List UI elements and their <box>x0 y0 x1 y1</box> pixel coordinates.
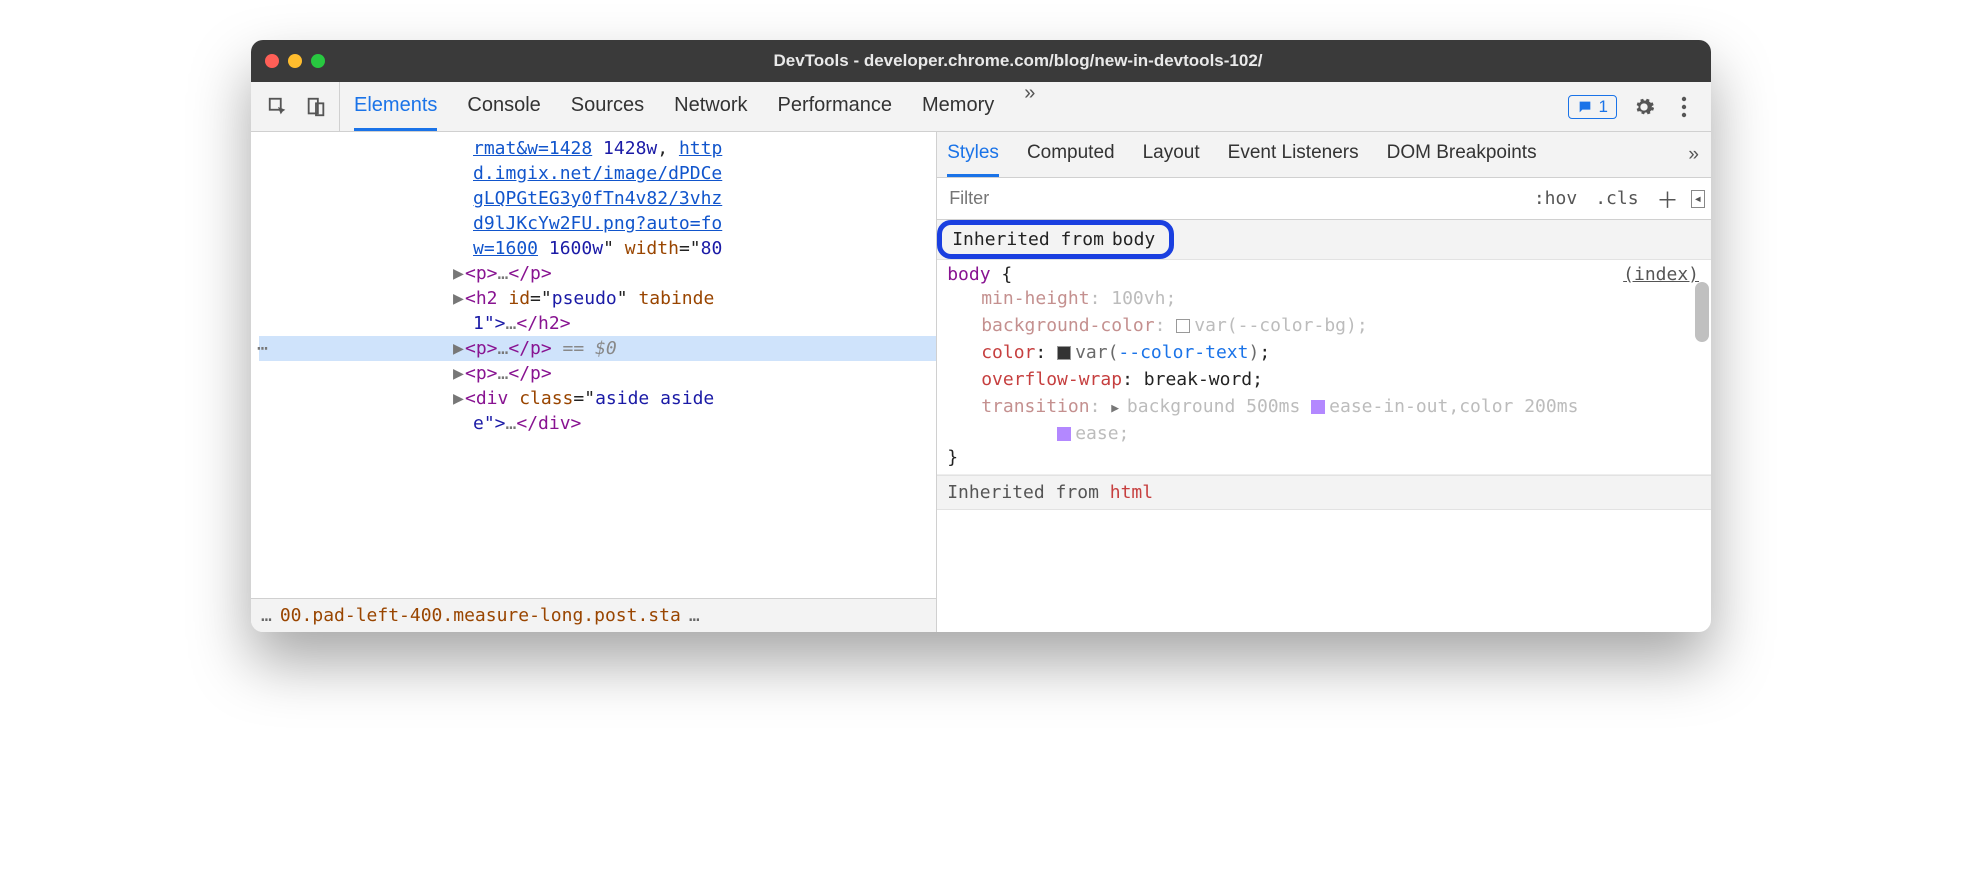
subtab-layout[interactable]: Layout <box>1143 132 1200 177</box>
bezier-swatch-icon[interactable] <box>1311 400 1325 414</box>
dom-tree[interactable]: rmat&w=1428 1428w, http d.imgix.net/imag… <box>251 132 936 598</box>
window-controls <box>265 54 325 68</box>
more-subtabs-icon[interactable]: » <box>1688 144 1711 166</box>
styles-rules-list[interactable]: Inherited from body (index) body { min-h… <box>937 220 1711 632</box>
inherited-from-section: Inherited from html <box>937 475 1711 510</box>
titlebar: DevTools - developer.chrome.com/blog/new… <box>251 40 1711 82</box>
content-area: rmat&w=1428 1428w, http d.imgix.net/imag… <box>251 132 1711 632</box>
color-swatch-icon[interactable] <box>1176 319 1190 333</box>
zoom-window-button[interactable] <box>311 54 325 68</box>
subtab-computed[interactable]: Computed <box>1027 132 1115 177</box>
close-window-button[interactable] <box>265 54 279 68</box>
devtools-window: DevTools - developer.chrome.com/blog/new… <box>251 40 1711 632</box>
issues-count: 1 <box>1599 97 1608 117</box>
breadcrumb-overflow-right[interactable]: … <box>689 605 700 626</box>
subtab-dom-breakpoints[interactable]: DOM Breakpoints <box>1387 132 1537 177</box>
css-rule[interactable]: (index) body { min-height: 100vh; backgr… <box>937 260 1711 475</box>
issues-badge[interactable]: 1 <box>1568 95 1617 119</box>
breadcrumb-overflow-left[interactable]: … <box>261 605 272 626</box>
bezier-swatch-icon[interactable] <box>1057 427 1071 441</box>
main-toolbar: Elements Console Sources Network Perform… <box>251 82 1711 132</box>
tab-sources[interactable]: Sources <box>571 82 644 131</box>
tab-memory[interactable]: Memory <box>922 82 994 131</box>
expand-icon[interactable]: ▶ <box>453 288 463 309</box>
styles-pane: Styles Computed Layout Event Listeners D… <box>937 132 1711 632</box>
computed-styles-toggle-icon[interactable]: ◂ <box>1691 190 1705 208</box>
styles-filter-input[interactable] <box>943 184 1522 213</box>
expand-icon[interactable]: ▶ <box>453 338 463 359</box>
subtab-styles[interactable]: Styles <box>947 132 999 177</box>
selected-dom-node[interactable]: ▶<p>…</p> == $0 <box>259 336 936 361</box>
expand-icon[interactable]: ▶ <box>453 363 463 384</box>
rule-source-link[interactable]: (index) <box>1623 264 1699 285</box>
breadcrumb[interactable]: … 00.pad-left-400.measure-long.post.sta … <box>251 598 936 632</box>
color-swatch-icon[interactable] <box>1057 346 1071 360</box>
inherited-from-element[interactable]: body <box>1112 229 1155 250</box>
minimize-window-button[interactable] <box>288 54 302 68</box>
expand-icon[interactable]: ▶ <box>453 263 463 284</box>
elements-panel: rmat&w=1428 1428w, http d.imgix.net/imag… <box>251 132 937 632</box>
panel-tabs: Elements Console Sources Network Perform… <box>340 82 1554 131</box>
settings-icon[interactable] <box>1631 94 1657 120</box>
inherited-from-element[interactable]: html <box>1110 482 1153 503</box>
tab-console[interactable]: Console <box>467 82 540 131</box>
inspect-element-icon[interactable] <box>265 94 291 120</box>
device-toolbar-icon[interactable] <box>303 94 329 120</box>
rule-selector[interactable]: body <box>947 264 990 285</box>
tab-network[interactable]: Network <box>674 82 747 131</box>
inherited-from-label: Inherited from <box>952 229 1104 250</box>
window-title: DevTools - developer.chrome.com/blog/new… <box>339 51 1697 71</box>
tab-elements[interactable]: Elements <box>354 82 437 131</box>
sidebar-tabs: Styles Computed Layout Event Listeners D… <box>937 132 1711 178</box>
toggle-hov[interactable]: :hov <box>1528 186 1583 211</box>
subtab-event-listeners[interactable]: Event Listeners <box>1228 132 1359 177</box>
tab-performance[interactable]: Performance <box>778 82 893 131</box>
more-tabs-icon[interactable]: » <box>1024 82 1035 131</box>
new-style-rule-icon[interactable]: ＋ <box>1651 183 1685 215</box>
toggle-cls[interactable]: .cls <box>1589 186 1644 211</box>
styles-filter-bar: :hov .cls ＋ ◂ <box>937 178 1711 220</box>
expand-icon[interactable]: ▶ <box>453 388 463 409</box>
inherited-from-highlight: Inherited from body <box>937 220 1174 259</box>
kebab-menu-icon[interactable] <box>1671 94 1697 120</box>
breadcrumb-path[interactable]: 00.pad-left-400.measure-long.post.sta <box>280 605 681 626</box>
